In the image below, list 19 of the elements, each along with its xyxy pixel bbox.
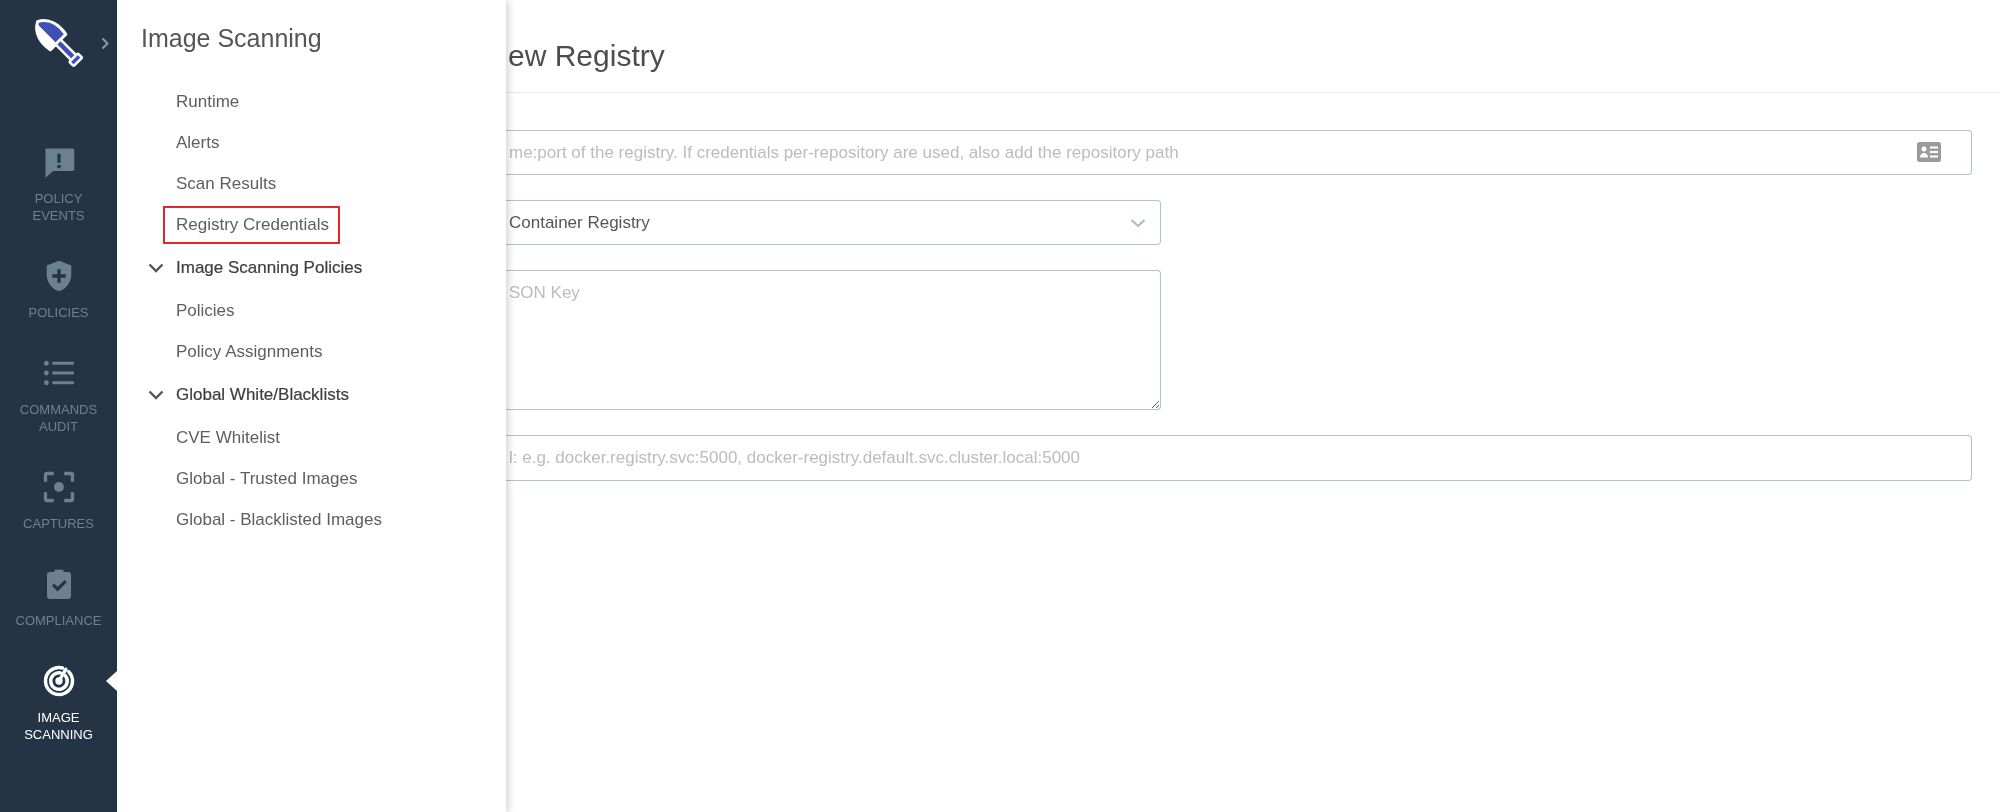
menu-link[interactable]: Global - Trusted Images <box>163 459 369 498</box>
registry-address-field[interactable]: me:port of the registry. If credentials per-repository are used, also add the repository path <box>506 130 1972 175</box>
chevron-right-icon[interactable] <box>101 37 109 50</box>
menu-link[interactable]: Global - Blacklisted Images <box>163 500 393 539</box>
menu-group-header[interactable]: Image Scanning Policies <box>148 245 506 290</box>
page-title: ew Registry <box>508 38 666 74</box>
registry-type-select[interactable]: Container Registry <box>506 200 1161 245</box>
menu-link[interactable]: Policy Assignments <box>163 332 334 371</box>
menu-link[interactable]: CVE Whitelist <box>163 418 291 457</box>
menu-group-header[interactable]: Global White/Blacklists <box>148 372 506 417</box>
menu-link[interactable]: Registry Credentials <box>163 205 341 244</box>
menu-link[interactable]: Runtime <box>163 82 251 121</box>
menu-link[interactable]: Scan Results <box>163 164 288 203</box>
menu-link[interactable]: Alerts <box>163 123 231 162</box>
text-field[interactable]: l: e.g. docker.registry.svc:5000, docker-registry.default.svc.cluster.local:5000 <box>506 435 1972 481</box>
menu-title: Image Scanning <box>141 23 323 54</box>
menu-link[interactable]: Policies <box>163 291 246 330</box>
json-key-textarea[interactable]: SON Key <box>506 270 1161 410</box>
nav-item[interactable]: IMAGE SCANNING <box>0 663 117 743</box>
